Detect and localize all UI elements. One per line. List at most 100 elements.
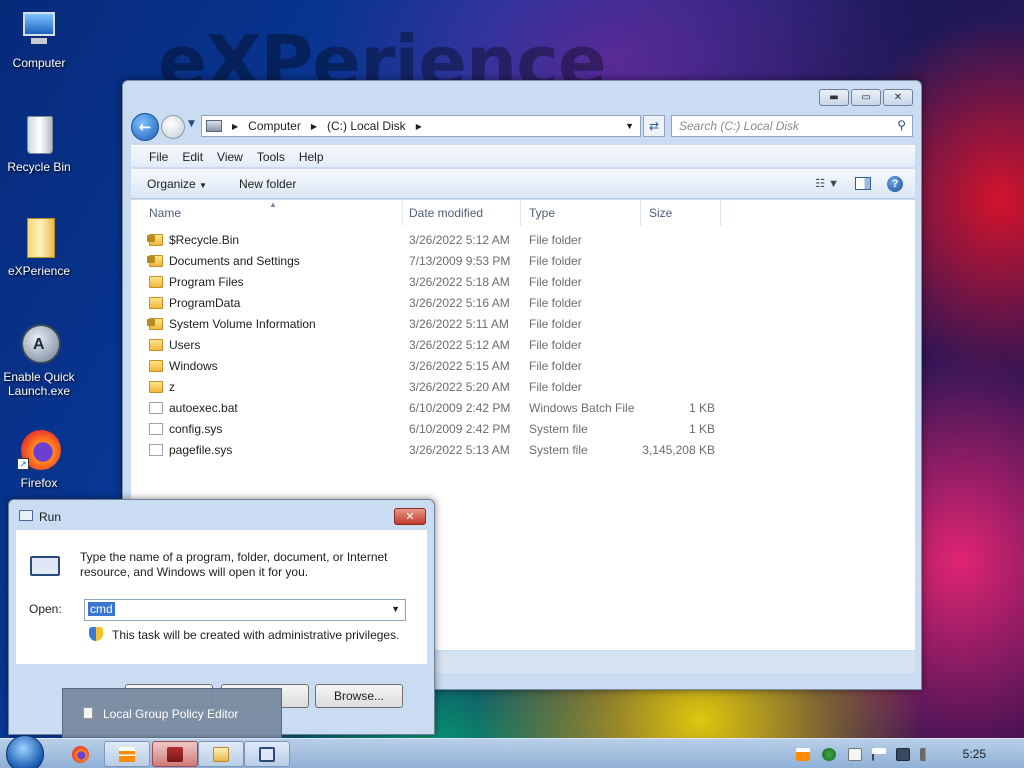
breadcrumb-computer[interactable]: Computer: [248, 119, 301, 133]
file-size: 1 KB: [688, 401, 715, 415]
close-button[interactable]: ✕: [394, 508, 426, 525]
start-button[interactable]: [6, 735, 44, 768]
taskbar-toolbox-button[interactable]: [152, 741, 198, 767]
column-header-type[interactable]: Type: [521, 200, 641, 226]
menu-help[interactable]: Help: [299, 150, 324, 164]
vlc-tray-icon[interactable]: [796, 748, 810, 761]
breadcrumb-local-disk[interactable]: (C:) Local Disk: [327, 119, 406, 133]
address-bar[interactable]: ▶ Computer ▶ (C:) Local Disk ▶ ▼: [201, 115, 641, 137]
chevron-down-icon[interactable]: ▼: [625, 121, 634, 131]
flag-icon[interactable]: [872, 748, 886, 761]
view-options-icon[interactable]: ☷ ▼: [815, 177, 839, 190]
column-header-name[interactable]: Name ▲: [141, 200, 403, 226]
taskbar-run-button[interactable]: [244, 741, 290, 767]
table-row[interactable]: Documents and Settings 7/13/2009 9:53 PM F…: [131, 251, 731, 271]
column-label: Name: [149, 206, 182, 220]
desktop-icon-firefox[interactable]: ↗ Firefox: [2, 428, 76, 490]
file-date: 7/13/2009 9:53 PM: [409, 254, 511, 268]
menu-edit[interactable]: Edit: [182, 150, 203, 164]
lock-icon: [147, 235, 155, 242]
forward-button[interactable]: [161, 115, 185, 139]
taskbar-tooltip[interactable]: Local Group Policy Editor: [62, 688, 282, 738]
chevron-down-icon[interactable]: ▼: [391, 604, 400, 614]
minimize-button[interactable]: ▬: [819, 89, 849, 106]
organize-label: Organize: [147, 176, 196, 191]
file-type: File folder: [529, 359, 582, 373]
table-row[interactable]: Windows 3/26/2022 5:15 AM File folder: [131, 356, 731, 376]
open-input-value: cmd: [88, 602, 115, 616]
desktop-icon-recycle-bin[interactable]: Recycle Bin: [2, 112, 76, 174]
table-row[interactable]: Users 3/26/2022 5:12 AM File folder: [131, 335, 731, 355]
quick-launch-icon: A: [17, 322, 61, 366]
new-folder-button[interactable]: New folder: [223, 177, 312, 191]
file-type: File folder: [529, 275, 582, 289]
file-name: Program Files: [169, 275, 244, 289]
file-date: 3/26/2022 5:16 AM: [409, 296, 510, 310]
column-header-size[interactable]: Size: [641, 200, 721, 226]
chevron-down-icon: ▼: [199, 180, 207, 190]
column-header-date[interactable]: Date modified: [401, 200, 521, 226]
back-button[interactable]: ←: [131, 113, 159, 141]
file-date: 6/10/2009 2:42 PM: [409, 401, 511, 415]
maximize-button[interactable]: ▭: [851, 89, 881, 106]
desktop-icon-computer[interactable]: Computer: [2, 8, 76, 70]
file-date: 3/26/2022 5:13 AM: [409, 443, 510, 457]
menu-file[interactable]: File: [149, 150, 168, 164]
organize-button[interactable]: Organize ▼: [131, 177, 223, 191]
toolbox-icon: [167, 747, 183, 762]
document-icon: [83, 707, 93, 719]
table-row[interactable]: System Volume Information 3/26/2022 5:11 …: [131, 314, 731, 334]
file-size: 1 KB: [688, 422, 715, 436]
recycle-bin-icon: [17, 112, 61, 156]
desktop-icon-enable-quick-launch[interactable]: A Enable Quick Launch.exe: [2, 322, 76, 398]
table-row[interactable]: autoexec.bat 6/10/2009 2:42 PM Windows Bat…: [131, 398, 731, 418]
menu-view[interactable]: View: [217, 150, 243, 164]
table-row[interactable]: ProgramData 3/26/2022 5:16 AM File folder: [131, 293, 731, 313]
open-input[interactable]: cmd ▼: [84, 599, 406, 621]
run-title-icon: [19, 510, 33, 521]
search-input[interactable]: Search (C:) Local Disk ⚲: [671, 115, 913, 137]
file-type: File folder: [529, 338, 582, 352]
clock[interactable]: 5:25: [963, 747, 986, 761]
taskbar-vlc-button[interactable]: [104, 741, 150, 767]
menu-tools[interactable]: Tools: [257, 150, 285, 164]
table-row[interactable]: config.sys 6/10/2009 2:42 PM System file 1 …: [131, 419, 731, 439]
preview-pane-icon[interactable]: [855, 177, 871, 190]
file-type: File folder: [529, 317, 582, 331]
table-row[interactable]: pagefile.sys 3/26/2022 5:13 AM System file…: [131, 440, 731, 460]
refresh-button[interactable]: ⇄: [643, 115, 665, 137]
browse-button[interactable]: Browse...: [315, 684, 403, 708]
window-controls: ▬ ▭ ✕: [819, 89, 913, 106]
help-icon[interactable]: ?: [887, 175, 903, 192]
chevron-right-icon[interactable]: ▶: [232, 122, 238, 131]
security-icon[interactable]: [822, 748, 836, 761]
desktop-icon-label: eXPerience: [7, 264, 71, 278]
search-icon[interactable]: ⚲: [897, 118, 906, 132]
table-row[interactable]: z 3/26/2022 5:20 AM File folder: [131, 377, 731, 397]
table-row[interactable]: $Recycle.Bin 3/26/2022 5:12 AM File folder: [131, 230, 731, 250]
file-date: 3/26/2022 5:12 AM: [409, 233, 510, 247]
clipboard-icon[interactable]: [848, 748, 862, 761]
desktop-icon-experience[interactable]: eXPerience: [2, 216, 76, 278]
folder-icon: [147, 318, 163, 330]
navigation-row: ← ▼ ▶ Computer ▶ (C:) Local Disk ▶ ▼ ⇄ S…: [131, 113, 913, 141]
close-button[interactable]: ✕: [883, 89, 913, 106]
file-name: ProgramData: [169, 296, 241, 310]
file-size: 3,145,208 KB: [642, 443, 715, 457]
recent-pages-dropdown[interactable]: ▼: [188, 119, 195, 129]
file-name: pagefile.sys: [169, 443, 233, 457]
chevron-right-icon[interactable]: ▶: [311, 122, 317, 131]
network-icon[interactable]: [896, 748, 910, 761]
chevron-right-icon[interactable]: ▶: [416, 122, 422, 131]
taskbar-explorer-button[interactable]: [198, 741, 244, 767]
file-name: Windows: [169, 359, 218, 373]
desktop-icon-label: Computer: [12, 56, 66, 70]
volume-muted-icon[interactable]: [920, 748, 934, 761]
run-body: Type the name of a program, folder, docu…: [16, 530, 427, 664]
table-row[interactable]: Program Files 3/26/2022 5:18 AM File folde…: [131, 272, 731, 292]
firefox-icon[interactable]: [72, 746, 89, 763]
file-type: System file: [529, 443, 588, 457]
file-name: Documents and Settings: [169, 254, 300, 268]
folder-icon: [149, 360, 163, 372]
file-date: 3/26/2022 5:15 AM: [409, 359, 510, 373]
